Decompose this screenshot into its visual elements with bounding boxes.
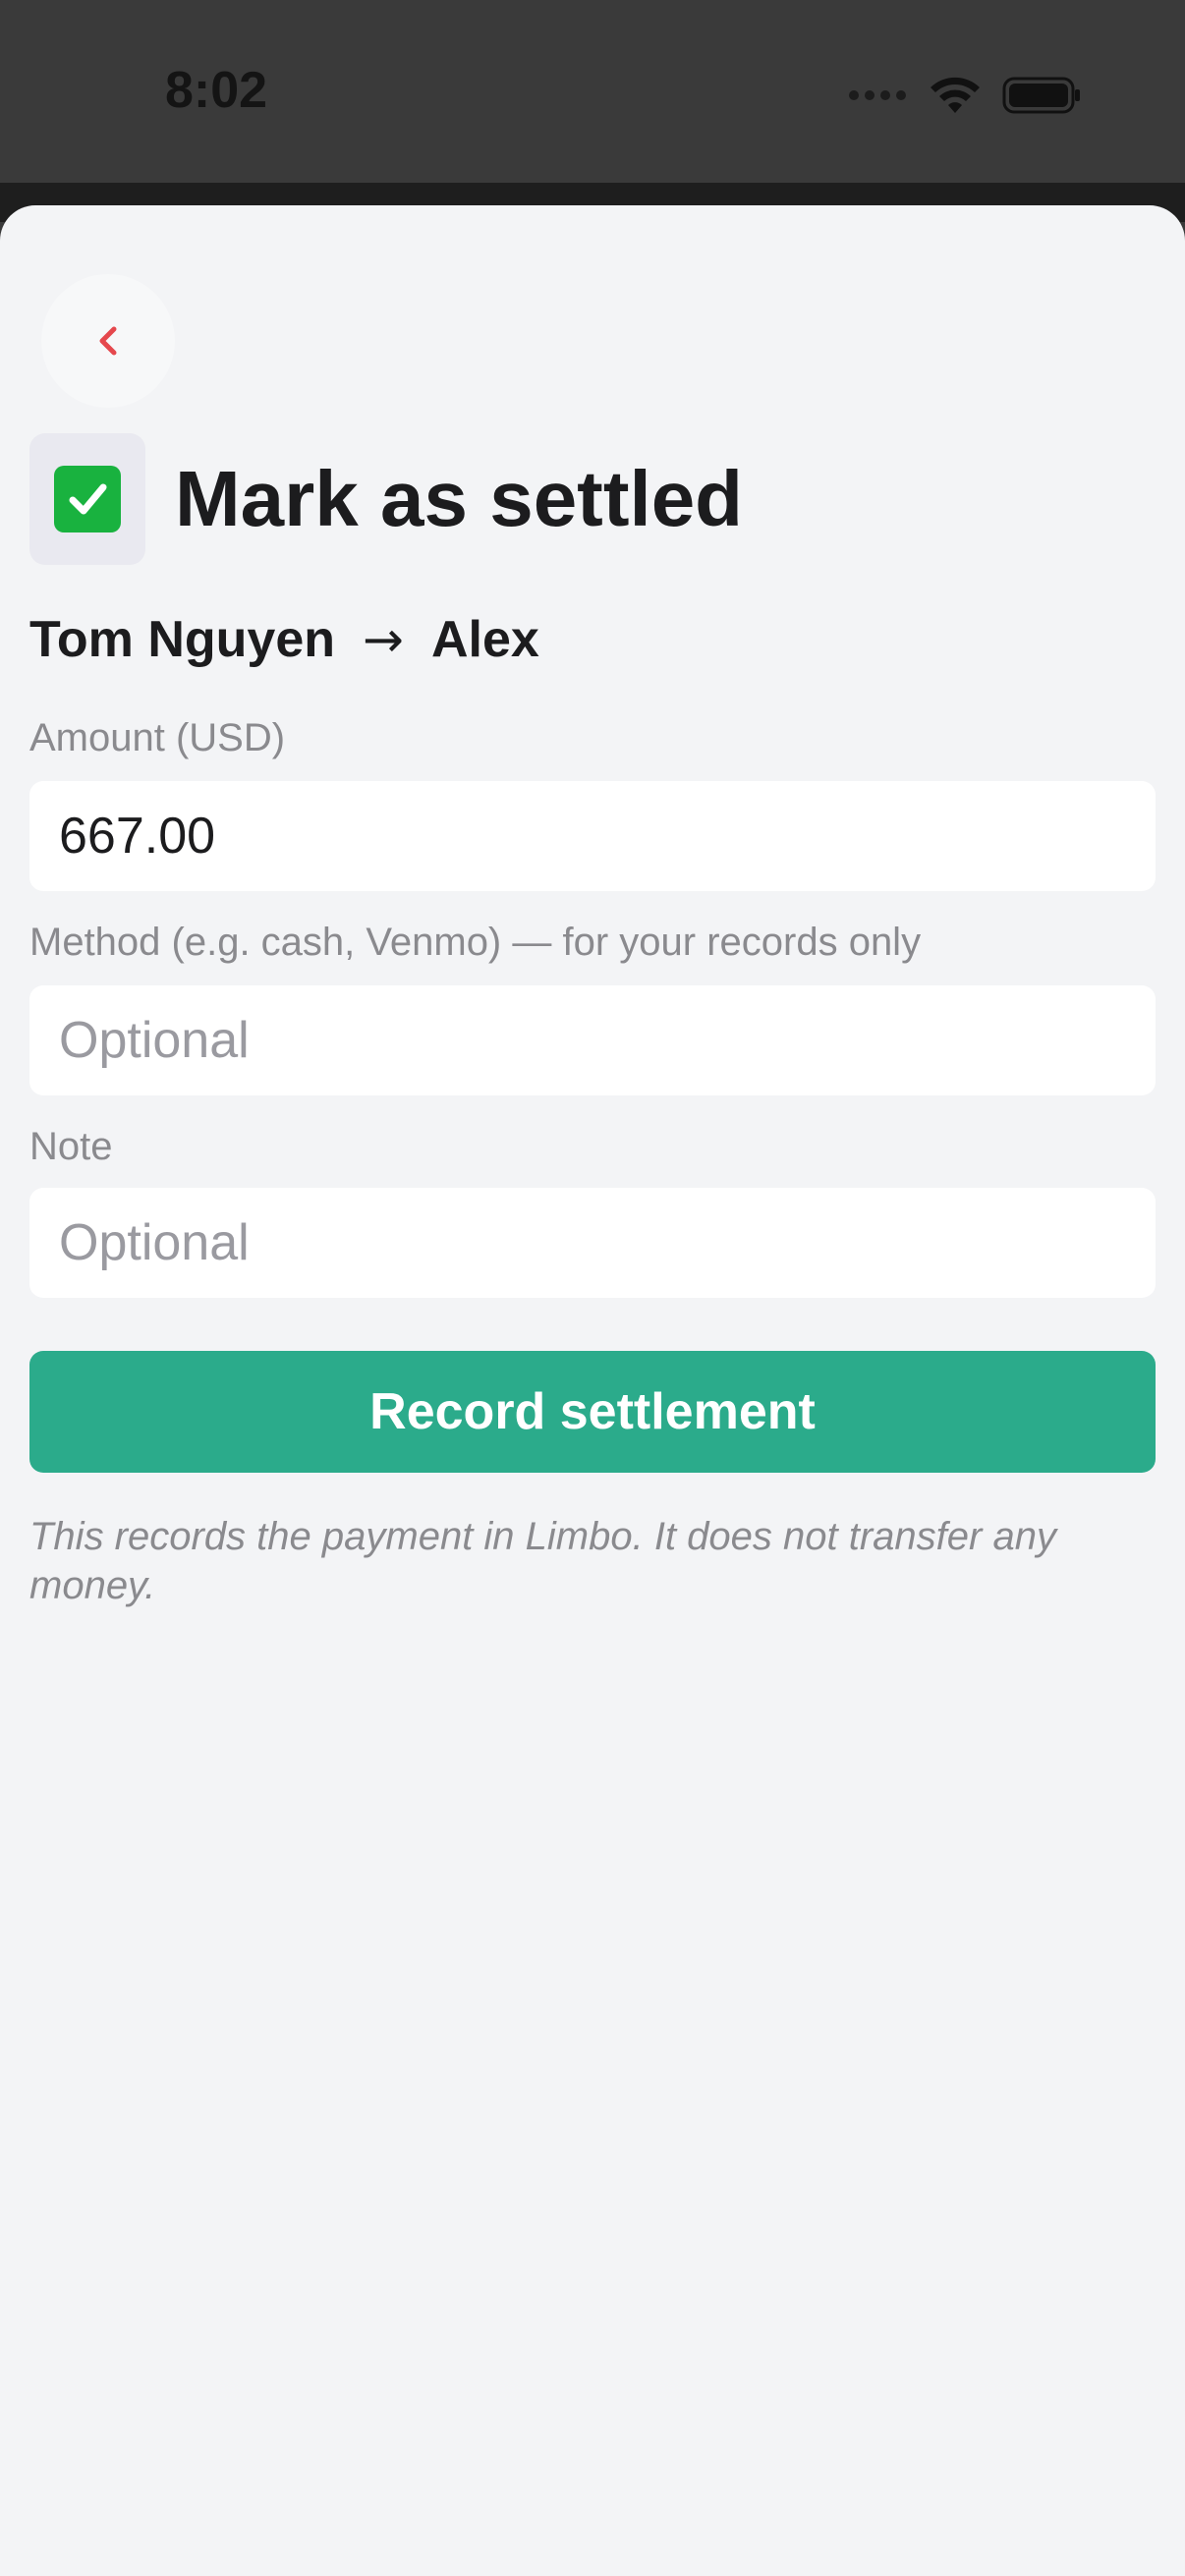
title-row: Mark as settled <box>29 433 743 565</box>
status-bar: 8:02 <box>0 0 1185 183</box>
check-mark-box-icon <box>54 466 121 532</box>
note-input[interactable] <box>29 1188 1156 1298</box>
status-icons <box>849 71 1081 120</box>
battery-icon <box>1002 77 1080 114</box>
chevron-left-icon <box>99 326 117 356</box>
status-time: 8:02 <box>165 62 268 119</box>
settlement-parties: Tom Nguyen → Alex <box>29 610 539 669</box>
method-label: Method (e.g. cash, Venmo) — for your rec… <box>29 921 922 964</box>
back-button[interactable] <box>41 274 175 408</box>
signal-dots-icon <box>849 90 906 100</box>
page-title: Mark as settled <box>175 455 744 542</box>
note-label: Note <box>29 1125 113 1168</box>
amount-input[interactable] <box>29 781 1156 891</box>
record-settlement-button[interactable]: Record settlement <box>29 1351 1156 1473</box>
arrow-right-icon: → <box>363 611 404 668</box>
method-input[interactable] <box>29 985 1156 1095</box>
payer-name: Tom Nguyen <box>29 611 336 668</box>
amount-label: Amount (USD) <box>29 716 286 759</box>
payee-name: Alex <box>430 611 539 668</box>
title-icon-box <box>29 433 145 565</box>
disclaimer-text: This records the payment in Limbo. It do… <box>29 1515 1056 1607</box>
settle-sheet: Mark as settled Tom Nguyen → Alex Amount… <box>0 205 1185 2576</box>
wifi-icon <box>931 77 980 113</box>
